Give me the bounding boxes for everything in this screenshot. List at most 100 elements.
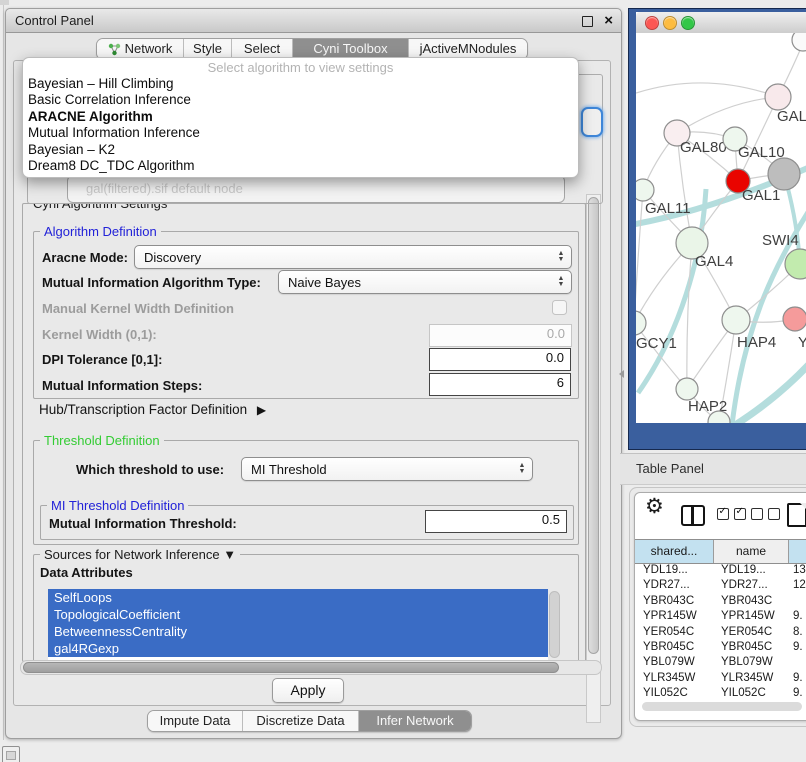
scrollbar-thumb[interactable] [588, 197, 599, 654]
table-cell[interactable]: 13 [787, 563, 806, 578]
float-window-icon[interactable] [582, 16, 593, 27]
table-row[interactable]: YLR345WYLR345W9. [635, 671, 806, 686]
table-cell[interactable]: 12 [787, 578, 806, 593]
table-cell[interactable]: YDL19... [635, 563, 713, 578]
network-node[interactable] [636, 311, 646, 335]
mi-steps-field[interactable]: 6 [429, 373, 571, 396]
table-cell[interactable]: 9. [787, 671, 803, 686]
which-threshold-combo[interactable]: MI Threshold ▲▼ [241, 457, 533, 481]
table-cell[interactable] [787, 594, 793, 609]
table-row[interactable]: YBR043CYBR043C [635, 594, 806, 609]
list-item[interactable]: BetweennessCentrality [48, 623, 548, 640]
tab-impute-data[interactable]: Impute Data [148, 711, 242, 731]
minimized-panel-icon[interactable] [2, 746, 20, 762]
close-icon[interactable]: × [604, 9, 613, 32]
table-body[interactable]: YDL19...YDL19...13YDR27...YDR27...12YBR0… [635, 563, 806, 696]
settings-vertical-scrollbar[interactable] [586, 194, 601, 723]
dropdown-item[interactable]: Bayesian – Hill Climbing [23, 76, 578, 92]
list-scrollbar[interactable] [548, 589, 561, 661]
dropdown-item[interactable]: Bayesian – K2 [23, 142, 578, 158]
gear-icon[interactable]: ⚙ [645, 494, 664, 519]
deselect-all-checkboxes-icon[interactable] [751, 508, 780, 520]
tab-infer-network[interactable]: Infer Network [358, 711, 471, 731]
list-item[interactable]: gal4RGexp [48, 640, 548, 657]
manual-kernel-width-checkbox[interactable] [552, 300, 567, 315]
network-node[interactable] [783, 307, 806, 331]
tab-jactivemnodules[interactable]: jActiveMNodules [408, 39, 527, 59]
tab-network[interactable]: Network [97, 39, 183, 59]
table-row[interactable]: YBR045CYBR045C9. [635, 640, 806, 655]
table-cell[interactable]: 8. [787, 625, 803, 640]
column-header-name[interactable]: name [714, 540, 789, 563]
tab-discretize-data[interactable]: Discretize Data [242, 711, 358, 731]
table-cell[interactable]: YBL079W [635, 655, 713, 670]
table-cell[interactable]: YIL052C [635, 686, 713, 696]
table-row[interactable]: YPR145WYPR145W9. [635, 609, 806, 624]
minimize-traffic-light[interactable] [663, 16, 677, 30]
dpi-tolerance-field[interactable]: 0.0 [429, 348, 571, 371]
tab-style[interactable]: Style [183, 39, 231, 59]
table-cell[interactable]: 9. [787, 609, 803, 624]
table-cell[interactable]: YPR145W [635, 609, 713, 624]
tab-select[interactable]: Select [231, 39, 292, 59]
table-cell[interactable]: 9. [787, 686, 803, 696]
select-all-checkboxes-icon[interactable] [717, 508, 746, 520]
table-cell[interactable]: YBR043C [635, 594, 713, 609]
dropdown-item-highlighted[interactable]: ARACNE Algorithm [23, 109, 578, 125]
dropdown-item[interactable]: Dream8 DC_TDC Algorithm [23, 158, 578, 174]
list-item[interactable]: SelfLoops [48, 589, 548, 606]
column-header-shared-name[interactable]: shared... [635, 540, 714, 563]
table-cell[interactable]: YBR043C [713, 594, 787, 609]
table-row[interactable]: YDL19...YDL19...13 [635, 563, 806, 578]
network-table-combo[interactable]: gal(filtered).sif default node [67, 175, 565, 203]
scrollbar-thumb[interactable] [549, 591, 560, 658]
network-node[interactable] [765, 84, 791, 110]
network-node[interactable] [636, 179, 654, 201]
scrollbar-thumb[interactable] [642, 702, 802, 711]
table-cell[interactable]: YDL19... [713, 563, 787, 578]
table-row[interactable]: YIL052CYIL052C9. [635, 686, 806, 696]
sources-toggle[interactable]: Sources for Network Inference ▼ [40, 547, 240, 562]
table-cell[interactable]: YIL052C [713, 686, 787, 696]
table-cell[interactable] [787, 655, 793, 670]
network-node[interactable] [676, 378, 698, 400]
columns-icon[interactable] [681, 505, 705, 526]
tab-cyni-toolbox[interactable]: Cyni Toolbox [292, 39, 408, 59]
table-cell[interactable]: YLR345W [713, 671, 787, 686]
settings-horizontal-scrollbar[interactable] [20, 660, 602, 675]
table-cell[interactable]: YER054C [713, 625, 787, 640]
table-cell[interactable]: YBR045C [635, 640, 713, 655]
table-cell[interactable]: YLR345W [635, 671, 713, 686]
mi-algorithm-type-combo[interactable]: Naive Bayes ▲▼ [278, 270, 572, 294]
table-cell[interactable]: YER054C [635, 625, 713, 640]
kernel-width-field[interactable]: 0.0 [429, 324, 572, 347]
list-item[interactable]: TopologicalCoefficient [48, 606, 548, 623]
table-cell[interactable]: YDR27... [635, 578, 713, 593]
table-row[interactable]: YBL079WYBL079W [635, 655, 806, 670]
apply-button[interactable]: Apply [272, 678, 344, 703]
table-cell[interactable]: YBR045C [713, 640, 787, 655]
table-cell[interactable]: YPR145W [713, 609, 787, 624]
table-horizontal-scrollbar[interactable] [640, 702, 806, 711]
dropdown-item[interactable]: Mutual Information Inference [23, 125, 578, 141]
new-table-icon[interactable] [787, 503, 806, 527]
dropdown-item[interactable]: Basic Correlation Inference [23, 92, 578, 108]
zoom-traffic-light[interactable] [681, 16, 695, 30]
table-cell[interactable]: YBL079W [713, 655, 787, 670]
aracne-mode-combo[interactable]: Discovery ▲▼ [134, 245, 572, 269]
hub-definition-toggle[interactable]: Hub/Transcription Factor Definition ▶ [39, 402, 266, 417]
table-cell[interactable]: 9. [787, 640, 803, 655]
network-canvas[interactable]: GALGAL80GAL10GAL1GAL11GAL4SWI4GCY1HAP4YH… [636, 33, 806, 423]
table-cell[interactable]: YDR27... [713, 578, 787, 593]
network-node[interactable] [722, 306, 750, 334]
mi-threshold-field[interactable]: 0.5 [425, 510, 567, 533]
column-header-partial[interactable] [789, 540, 806, 563]
data-attributes-list[interactable]: SelfLoops TopologicalCoefficient Between… [48, 589, 561, 661]
table-row[interactable]: YDR27...YDR27...12 [635, 578, 806, 593]
table-row[interactable]: YER054CYER054C8. [635, 625, 806, 640]
network-node[interactable] [768, 158, 800, 190]
network-node[interactable] [792, 33, 806, 51]
scrollbar-thumb[interactable] [23, 662, 559, 673]
splitter-handle-icon[interactable] [619, 370, 624, 378]
focused-combo-fragment[interactable] [581, 107, 603, 137]
